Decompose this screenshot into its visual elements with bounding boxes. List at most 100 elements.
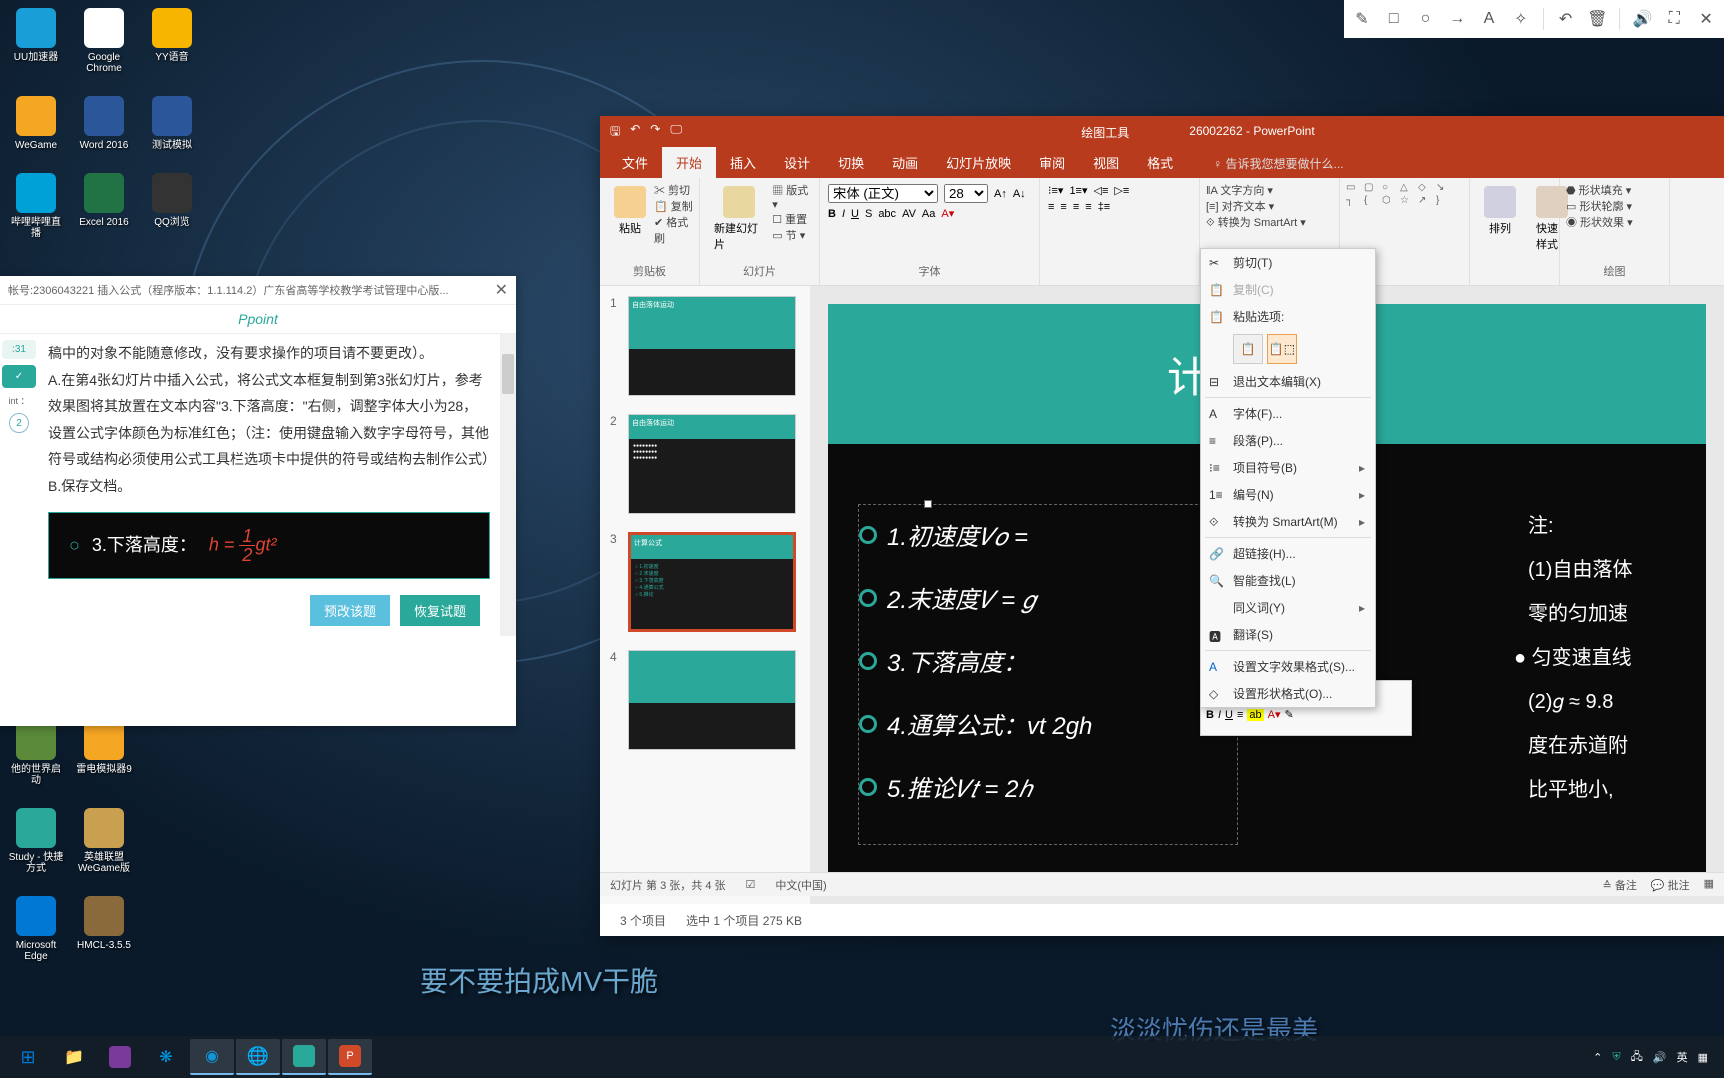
indent-inc-icon[interactable]: ▷≡ bbox=[1114, 184, 1129, 197]
ctx-font[interactable]: A字体(F)... bbox=[1201, 400, 1375, 427]
case-icon[interactable]: Aa bbox=[922, 208, 935, 220]
reset-button[interactable]: ☐ 重置 bbox=[772, 211, 813, 227]
taskbar-app[interactable] bbox=[98, 1039, 142, 1075]
desktop-icon[interactable]: Study - 快捷方式 bbox=[8, 808, 64, 874]
bullets-icon[interactable]: ⁝≡▾ bbox=[1048, 184, 1063, 197]
font-size-select[interactable]: 28 bbox=[944, 184, 988, 203]
format-painter-icon[interactable]: ✎ bbox=[1285, 708, 1294, 721]
strike-icon[interactable]: S bbox=[865, 208, 872, 220]
ctx-text-effects[interactable]: A设置文字效果格式(S)... bbox=[1201, 653, 1375, 680]
justify-icon[interactable]: ≡ bbox=[1085, 201, 1091, 213]
desktop-icon[interactable]: Excel 2016 bbox=[76, 173, 132, 239]
ctx-cut[interactable]: ✂剪切(T) bbox=[1201, 249, 1375, 276]
cut-button[interactable]: ✂ 剪切 bbox=[654, 182, 693, 198]
slide-text-placeholder[interactable]: 1.初速度𝑉𝑜 = 2.末速度𝑉 = 𝑔 3.下落高度： 4.通算公式：vt 2… bbox=[858, 504, 1238, 845]
slide-thumbnail[interactable]: 4 bbox=[610, 650, 800, 750]
save-icon[interactable]: 🖫 bbox=[610, 122, 620, 143]
text-direction-button[interactable]: ‖A 文字方向 ▾ bbox=[1206, 182, 1333, 198]
resize-handle[interactable] bbox=[924, 500, 932, 508]
desktop-icon[interactable]: WeGame bbox=[8, 96, 64, 151]
ctx-bullets[interactable]: ⁝≡项目符号(B)▸ bbox=[1201, 454, 1375, 481]
align-left-icon[interactable]: ≡ bbox=[1048, 201, 1054, 213]
desktop-icon[interactable]: Word 2016 bbox=[76, 96, 132, 151]
taskbar-chrome[interactable]: 🌐 bbox=[236, 1039, 280, 1075]
tab-format[interactable]: 格式 bbox=[1133, 147, 1187, 178]
shape-effects-button[interactable]: ◉ 形状效果 ▾ bbox=[1566, 214, 1663, 230]
slide-line-text[interactable]: 2.末速度𝑉 = 𝑔 bbox=[887, 580, 1035, 615]
slide-thumbnail[interactable]: 2 自由落体运动●●●●●●●●●●●●●●●●●●●●●●●● bbox=[610, 414, 800, 514]
slide-line-text[interactable]: 3.下落高度： bbox=[887, 643, 1027, 678]
ctx-translate[interactable]: 🅰翻译(S) bbox=[1201, 621, 1375, 648]
tab-review[interactable]: 审阅 bbox=[1025, 147, 1079, 178]
present-icon[interactable]: 🖵 bbox=[670, 122, 682, 143]
desktop-icon[interactable]: Google Chrome bbox=[76, 8, 132, 74]
tab-design[interactable]: 设计 bbox=[770, 147, 824, 178]
preview-button[interactable]: 预改该题 bbox=[310, 595, 390, 626]
line-spacing-icon[interactable]: ‡≡ bbox=[1098, 201, 1111, 213]
undo-icon[interactable]: ↶ bbox=[1556, 9, 1576, 29]
scrollbar[interactable] bbox=[500, 334, 516, 636]
rect-icon[interactable]: □ bbox=[1384, 9, 1404, 29]
step-badge[interactable]: 2 bbox=[9, 413, 29, 433]
status-badge[interactable]: ✓ bbox=[2, 365, 36, 388]
ctx-shape-format[interactable]: ◇设置形状格式(O)... bbox=[1201, 680, 1375, 707]
shapes-gallery[interactable]: ▭▢○△◇↘ ┐{⬡☆↗} bbox=[1346, 182, 1463, 206]
desktop-icon[interactable]: YY语音 bbox=[144, 8, 200, 74]
shrink-font-icon[interactable]: A↓ bbox=[1013, 188, 1026, 200]
font-name-select[interactable]: 宋体 (正文) bbox=[828, 184, 938, 203]
spacing-icon[interactable]: AV bbox=[902, 208, 916, 220]
tab-insert[interactable]: 插入 bbox=[716, 147, 770, 178]
scroll-thumb[interactable] bbox=[502, 354, 514, 394]
sparkle-icon[interactable]: ✧ bbox=[1511, 9, 1531, 29]
paste-keep-formatting[interactable]: 📋 bbox=[1233, 334, 1263, 364]
trash-icon[interactable]: 🗑 bbox=[1587, 9, 1607, 29]
redo-icon[interactable]: ↷ bbox=[650, 122, 660, 143]
italic-icon[interactable]: I bbox=[842, 208, 845, 220]
paste-button[interactable]: 粘贴 bbox=[606, 182, 654, 246]
slide-line-text[interactable]: 1.初速度𝑉𝑜 = bbox=[887, 517, 1028, 552]
ctx-smartart[interactable]: ⟐转换为 SmartArt(M)▸ bbox=[1201, 508, 1375, 535]
text-icon[interactable]: A bbox=[1479, 9, 1499, 29]
ctx-exit-text-edit[interactable]: ⊟退出文本编辑(X) bbox=[1201, 368, 1375, 395]
ctx-paragraph[interactable]: ≡段落(P)... bbox=[1201, 427, 1375, 454]
tab-animations[interactable]: 动画 bbox=[878, 147, 932, 178]
smartart-button[interactable]: ⟐ 转换为 SmartArt ▾ bbox=[1206, 214, 1333, 230]
align-icon[interactable]: ≡ bbox=[1237, 709, 1243, 721]
arrange-button[interactable]: 排列 bbox=[1476, 182, 1524, 256]
highlight-icon[interactable]: ab bbox=[1247, 709, 1263, 721]
desktop-icon[interactable]: 他的世界启动 bbox=[8, 720, 64, 786]
tray-network-icon[interactable]: 🖧 bbox=[1631, 1048, 1643, 1067]
desktop-icon[interactable]: 测试模拟 bbox=[144, 96, 200, 151]
shape-fill-button[interactable]: ⬣ 形状填充 ▾ bbox=[1566, 182, 1663, 198]
indent-dec-icon[interactable]: ◁≡ bbox=[1094, 184, 1109, 197]
tray-icon[interactable]: ⌃ bbox=[1593, 1051, 1602, 1064]
grow-font-icon[interactable]: A↑ bbox=[994, 188, 1007, 200]
slide-thumbnail[interactable]: 3 计算公式○ 1.初速度○ 2.末速度○ 3.下落高度○ 4.通算公式○ 5.… bbox=[610, 532, 800, 632]
layout-button[interactable]: ▦ 版式 ▾ bbox=[772, 182, 813, 211]
tab-home[interactable]: 开始 bbox=[662, 147, 716, 178]
spell-check-icon[interactable]: ☑ bbox=[746, 878, 756, 891]
desktop-icon[interactable]: HMCL-3.5.5 bbox=[76, 896, 132, 962]
close-icon[interactable]: ✕ bbox=[1696, 9, 1716, 29]
bold-icon[interactable]: B bbox=[828, 208, 836, 220]
slide-notes-text[interactable]: 注: (1)自由落体 零的匀加速 ● 匀变速直线 (2)𝑔 ≈ 9.8 度在赤道… bbox=[1528, 504, 1632, 845]
tray-shield-icon[interactable]: ⛨ bbox=[1612, 1051, 1620, 1064]
ctx-numbering[interactable]: 1≡编号(N)▸ bbox=[1201, 481, 1375, 508]
desktop-icon[interactable]: 哔哩哔哩直播 bbox=[8, 173, 64, 239]
underline-icon[interactable]: U bbox=[1225, 709, 1233, 721]
arrow-icon[interactable]: → bbox=[1447, 9, 1467, 29]
underline-icon[interactable]: U bbox=[851, 208, 859, 220]
ctx-hyperlink[interactable]: 🔗超链接(H)... bbox=[1201, 540, 1375, 567]
pp-titlebar[interactable]: 🖫 ↶ ↷ 🖵 绘图工具 26002262 - PowerPoint bbox=[600, 116, 1724, 148]
language-indicator[interactable]: 中文(中国) bbox=[775, 877, 826, 893]
copy-button[interactable]: 📋 复制 bbox=[654, 198, 693, 214]
instruction-titlebar[interactable]: 帐号:2306043221 插入公式（程序版本：1.1.114.2）广东省高等学… bbox=[0, 276, 516, 305]
restore-button[interactable]: 恢复试题 bbox=[400, 595, 480, 626]
align-right-icon[interactable]: ≡ bbox=[1073, 201, 1079, 213]
section-button[interactable]: ▭ 节 ▾ bbox=[772, 227, 813, 243]
italic-icon[interactable]: I bbox=[1218, 709, 1221, 721]
tray-ime[interactable]: 英 bbox=[1677, 1049, 1688, 1065]
desktop-icon[interactable]: Microsoft Edge bbox=[8, 896, 64, 962]
desktop-icon[interactable]: 英雄联盟WeGame版 bbox=[76, 808, 132, 874]
tab-transitions[interactable]: 切换 bbox=[824, 147, 878, 178]
